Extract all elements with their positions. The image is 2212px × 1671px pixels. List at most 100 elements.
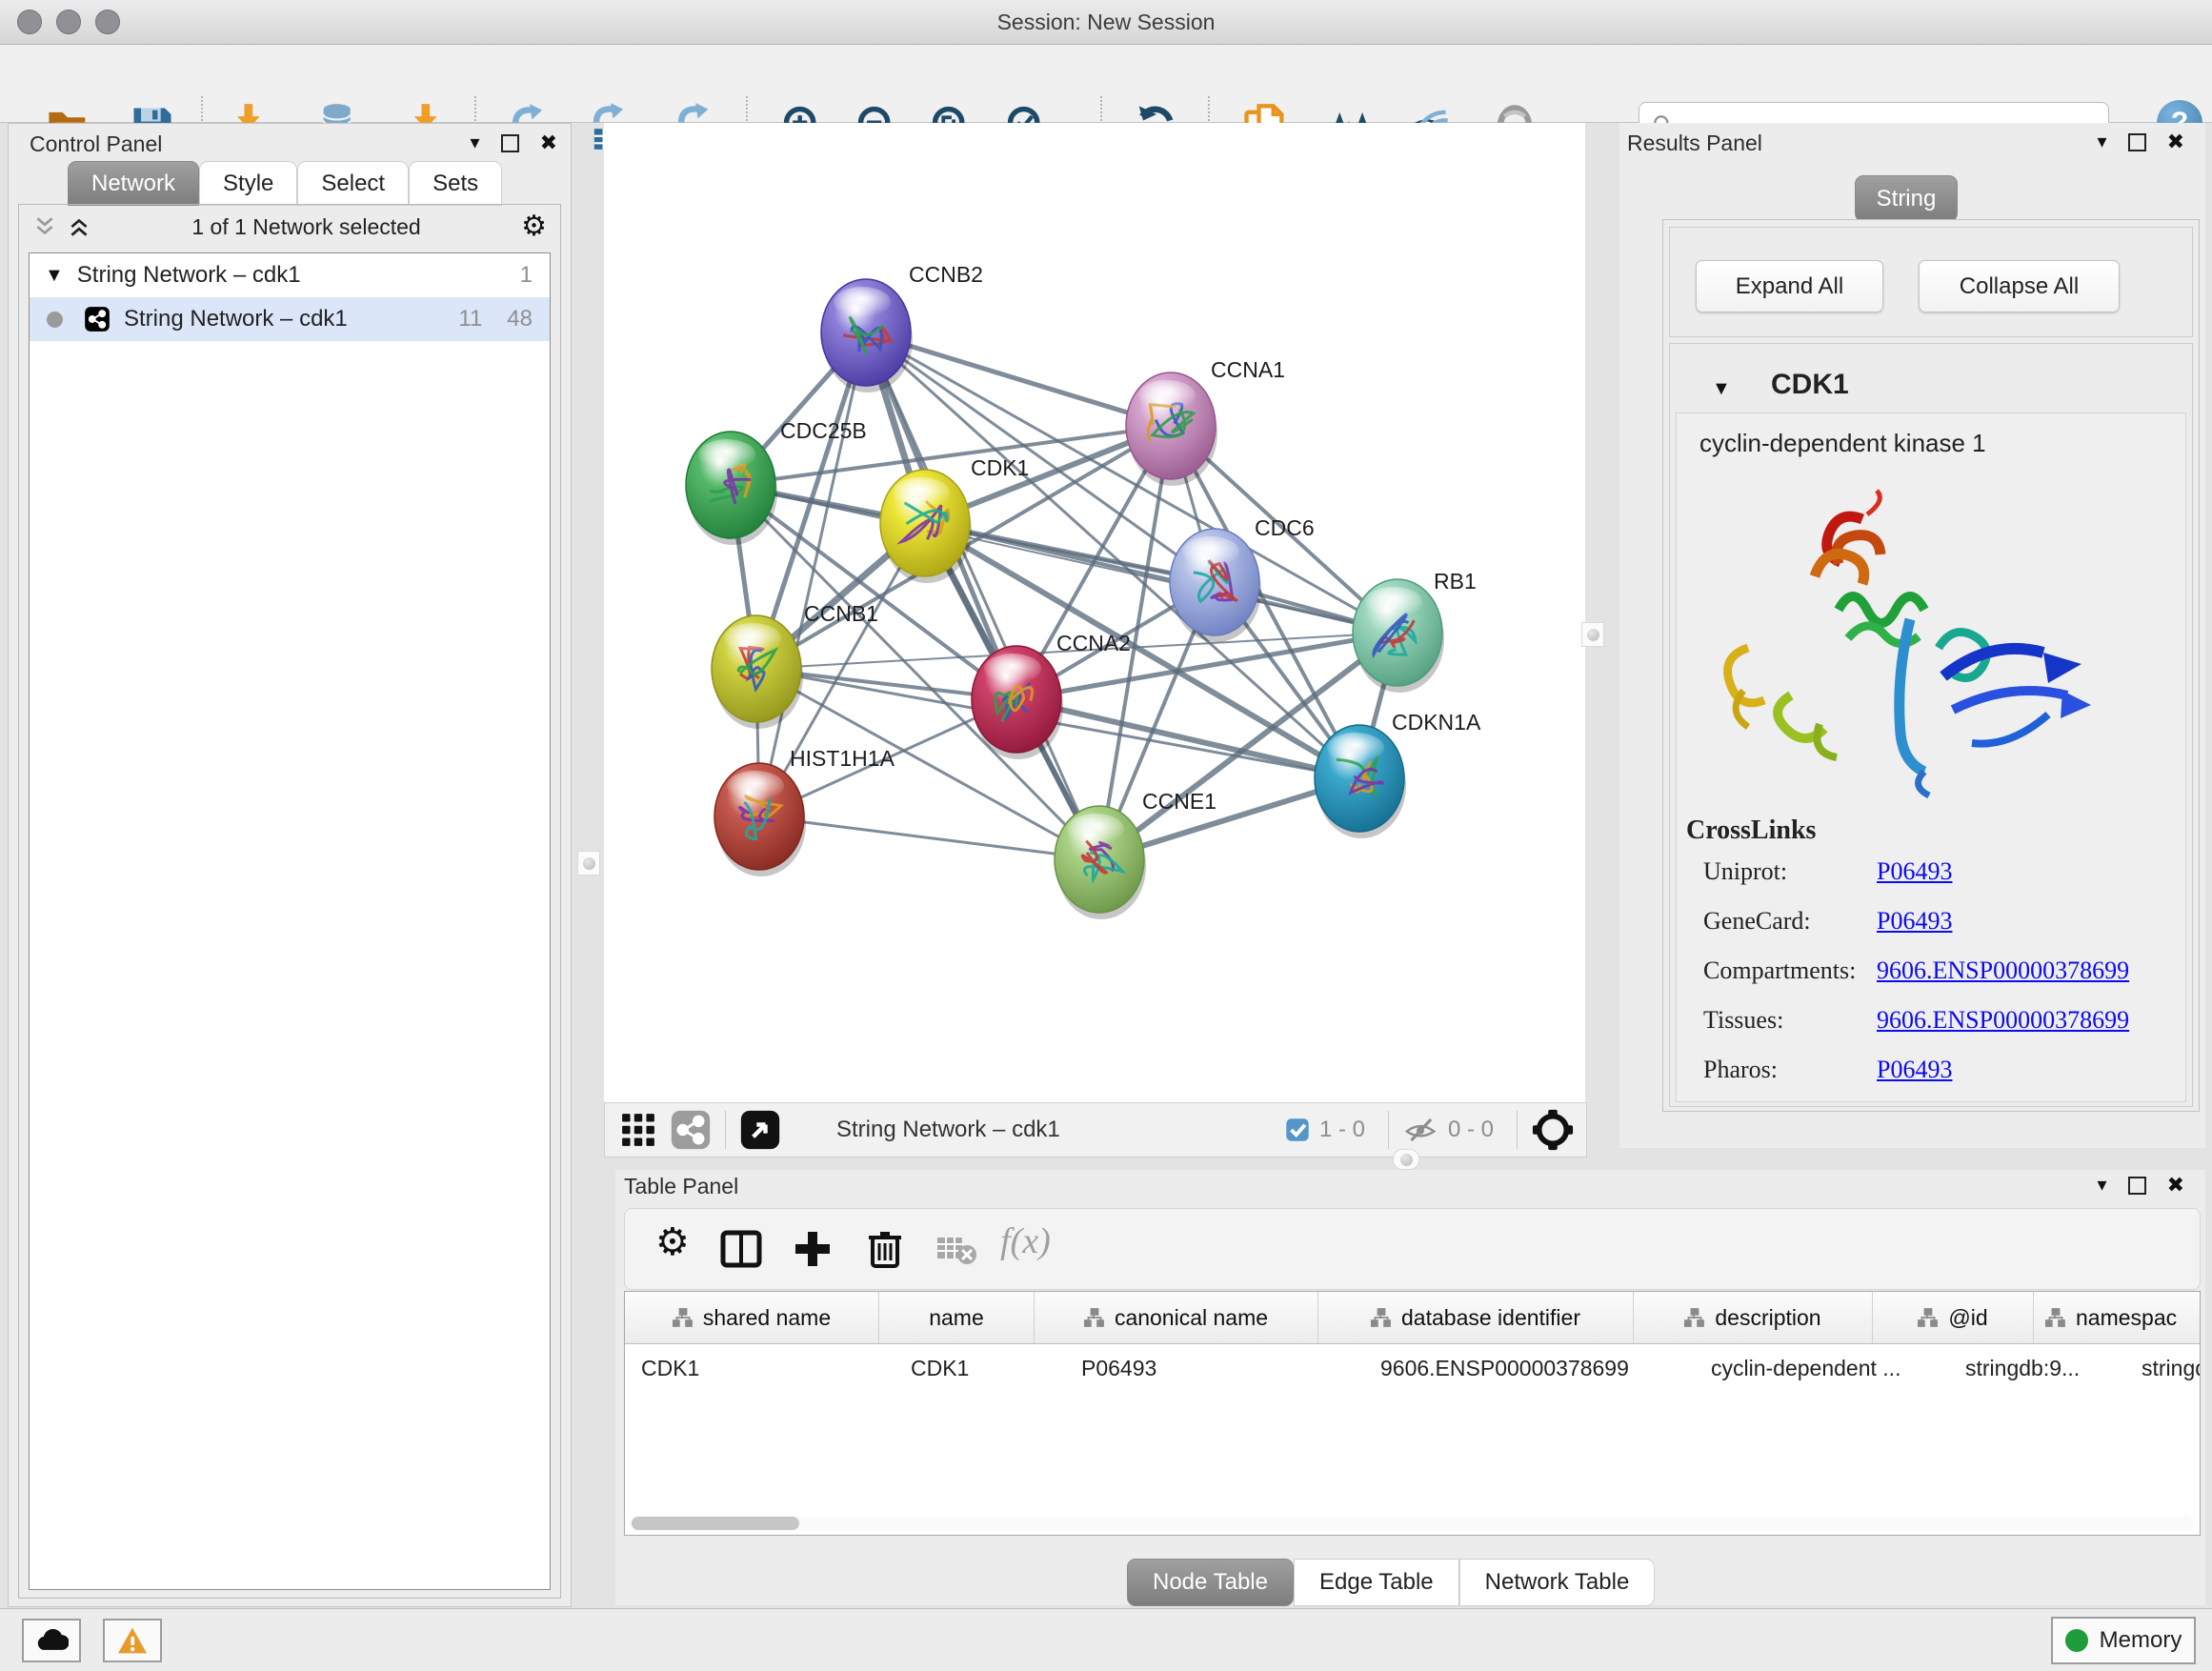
network-canvas[interactable]: CCNB2CCNA1CDC25BCDK1CDC6RB1CCNB1CCNA2CDK… [604, 123, 1585, 1102]
results-panel-close-icon[interactable]: ✖ [2167, 132, 2184, 151]
network-node-CCNB1[interactable] [712, 615, 803, 729]
table-panel-collapse-icon[interactable]: ▾ [2098, 1176, 2107, 1195]
close-window-button[interactable] [17, 10, 42, 34]
function-builder-icon-disabled: f(x) [1000, 1220, 1105, 1262]
network-collection-row[interactable]: ▼ String Network – cdk1 1 [30, 253, 550, 297]
column-header[interactable]: @id [1873, 1292, 2034, 1343]
tab-string-results[interactable]: String [1855, 175, 1958, 222]
crosslink-label: Pharos: [1703, 1056, 1778, 1084]
table-toolbar: ⚙ f(x) [624, 1208, 2201, 1290]
crosslink-genecard-link[interactable]: P06493 [1877, 907, 1952, 936]
left-splitter-handle[interactable] [577, 851, 600, 876]
string-view-icon[interactable] [670, 1109, 712, 1151]
crosslinks-heading: CrossLinks [1686, 815, 1816, 846]
cell-id: stringdb:9... [1949, 1356, 2125, 1381]
column-header[interactable]: description [1634, 1292, 1873, 1343]
expand-all-networks-icon[interactable] [67, 214, 91, 239]
collapse-all-button[interactable]: Collapse All [1919, 260, 2120, 312]
expand-all-button[interactable]: Expand All [1696, 260, 1883, 312]
table-row[interactable]: CDK1 CDK1 P06493 9606.ENSP00000378699 cy… [625, 1344, 2200, 1392]
network-row-selected[interactable]: String Network – cdk1 11 48 [30, 297, 550, 341]
memory-button[interactable]: Memory [2051, 1617, 2196, 1664]
crosslink-compartments-link[interactable]: 9606.ENSP00000378699 [1877, 956, 2129, 985]
network-view-toolbar: String Network – cdk1 1 - 0 0 - 0 [604, 1102, 1587, 1158]
tab-sets[interactable]: Sets [409, 161, 502, 206]
network-node-CDC25B[interactable] [686, 432, 777, 545]
tab-network[interactable]: Network [68, 161, 199, 206]
network-edge-HIST1H1A-CCNE1[interactable] [759, 816, 1099, 859]
cell-shared-name: CDK1 [625, 1356, 895, 1381]
crosslink-tissues-link[interactable]: 9606.ENSP00000378699 [1877, 1006, 2129, 1035]
node-label-CDKN1A: CDKN1A [1392, 710, 1481, 735]
table-panel-close-icon[interactable]: ✖ [2167, 1176, 2184, 1195]
results-panel-float-icon[interactable] [2128, 133, 2146, 151]
node-label-CCNB1: CCNB1 [804, 601, 878, 626]
network-node-CDK1[interactable] [880, 470, 972, 583]
tab-network-table[interactable]: Network Table [1459, 1559, 1656, 1606]
warning-icon [116, 1626, 149, 1655]
control-panel-close-icon[interactable]: ✖ [540, 133, 557, 152]
delete-column-icon[interactable] [864, 1228, 906, 1270]
crosslink-uniprot-link[interactable]: P06493 [1877, 857, 1952, 886]
cloud-button[interactable] [22, 1619, 81, 1662]
network-node-CCNB2[interactable] [821, 279, 913, 393]
network-node-CCNA2[interactable] [972, 646, 1063, 759]
control-panel-float-icon[interactable] [501, 134, 519, 152]
network-options-gear-icon[interactable]: ⚙ [521, 212, 547, 241]
node-label-CCNB2: CCNB2 [909, 262, 983, 287]
column-header[interactable]: name [879, 1292, 1035, 1343]
crosslink-label: Uniprot: [1703, 857, 1787, 886]
network-edge-CDC25B-CDC6[interactable] [731, 485, 1215, 582]
main-toolbar: ? [0, 45, 2212, 123]
right-splitter-handle[interactable] [1581, 622, 1604, 647]
column-header[interactable]: shared name [625, 1292, 879, 1343]
horizontal-splitter-handle[interactable] [1393, 1149, 1419, 1170]
network-tab-content: 1 of 1 Network selected ⚙ ▼ String Netwo… [18, 204, 561, 1599]
column-header[interactable]: database identifier [1318, 1292, 1634, 1343]
fit-selected-crosshair-icon[interactable] [1531, 1108, 1575, 1152]
node-label-CDC6: CDC6 [1255, 515, 1315, 540]
network-node-HIST1H1A[interactable] [714, 763, 806, 876]
node-table: shared name name canonical name database… [624, 1291, 2201, 1536]
network-node-CCNA1[interactable] [1126, 372, 1217, 486]
memory-status-dot [2065, 1629, 2088, 1652]
table-hscrollbar-thumb[interactable] [632, 1517, 799, 1530]
minimize-window-button[interactable] [56, 10, 81, 34]
control-panel-collapse-icon[interactable]: ▾ [471, 133, 480, 152]
network-node-RB1[interactable] [1353, 579, 1444, 693]
add-column-icon[interactable] [792, 1228, 834, 1270]
network-node-CDKN1A[interactable] [1315, 725, 1406, 838]
separator [1517, 1111, 1518, 1149]
gene-section: ▼ CDK1 cyclin-dependent kinase 1 [1669, 343, 2193, 1107]
crosslink-pharos-link[interactable]: P06493 [1877, 1056, 1952, 1084]
node-label-CCNA1: CCNA1 [1211, 357, 1285, 382]
cell-namespace: stringdb [2125, 1356, 2200, 1381]
zoom-window-button[interactable] [95, 10, 120, 34]
selected-checkbox-icon[interactable] [1285, 1117, 1310, 1142]
gene-expander-icon[interactable]: ▼ [1712, 379, 1731, 398]
network-node-CDC6[interactable] [1170, 529, 1261, 642]
results-panel-collapse-icon[interactable]: ▾ [2098, 132, 2107, 151]
tab-select[interactable]: Select [297, 161, 409, 206]
separator [1388, 1111, 1389, 1149]
tab-node-table[interactable]: Node Table [1127, 1559, 1294, 1606]
column-header[interactable]: canonical name [1035, 1292, 1318, 1343]
separator [725, 1111, 726, 1149]
tab-style[interactable]: Style [199, 161, 297, 206]
show-columns-icon[interactable] [720, 1228, 762, 1270]
grid-view-icon[interactable] [620, 1112, 656, 1148]
network-edge-CCNB2-CCNE1[interactable] [866, 332, 1099, 859]
hidden-node-edge-counts: 0 - 0 [1448, 1117, 1494, 1143]
warnings-button[interactable] [103, 1619, 162, 1662]
memory-label: Memory [2100, 1627, 2182, 1654]
gene-detail-box: cyclin-dependent kinase 1 [1676, 413, 2186, 1102]
results-panel-title: Results Panel [1627, 131, 1762, 156]
collection-expander-icon[interactable]: ▼ [45, 266, 64, 285]
collapse-all-networks-icon[interactable] [32, 214, 57, 239]
column-header[interactable]: namespac [2034, 1292, 2200, 1343]
network-node-CCNE1[interactable] [1055, 806, 1146, 919]
birdseye-view-icon[interactable] [739, 1109, 781, 1151]
table-panel-float-icon[interactable] [2128, 1177, 2146, 1195]
table-options-gear-icon[interactable]: ⚙ [655, 1228, 697, 1270]
tab-edge-table[interactable]: Edge Table [1294, 1559, 1459, 1606]
